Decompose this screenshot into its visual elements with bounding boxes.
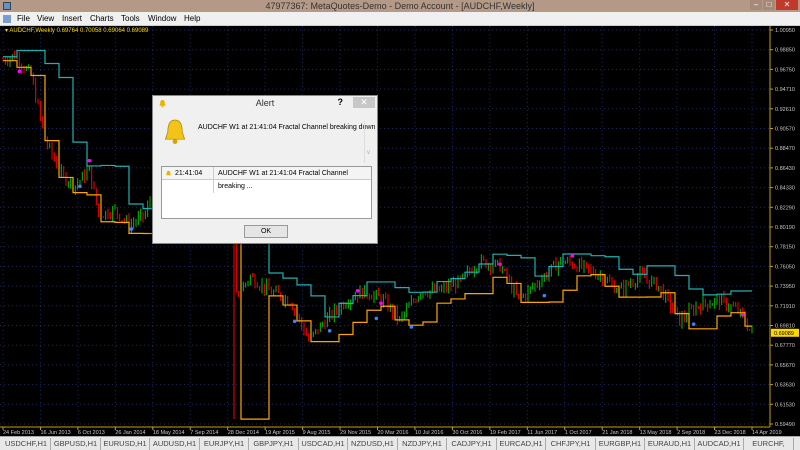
price-tick-label: 0.88470 (775, 146, 795, 152)
alert-list-row[interactable]: 21:41:04 AUDCHF W1 at 21:41:04 Fractal C… (162, 167, 371, 193)
price-tick-label: 0.61530 (775, 402, 795, 408)
bell-icon (166, 170, 171, 176)
message-scrollbar[interactable]: ˄ ˅ (364, 121, 372, 163)
fractal-down-dot (409, 325, 414, 329)
symbol-tab[interactable]: AUDCAD,H1 (695, 438, 744, 450)
price-tick-label: 0.73950 (775, 284, 795, 290)
price-tick-label: 0.63630 (775, 383, 795, 389)
symbol-tab[interactable]: EURGBP,H1 (596, 438, 645, 450)
menu-help[interactable]: Help (184, 14, 200, 23)
price-tick-label: 0.94710 (775, 87, 795, 93)
symbol-tab[interactable]: NZDUSD,H1 (349, 438, 398, 450)
price-tick-label: 0.71910 (775, 304, 795, 310)
title-bar: 47977367: MetaQuotes-Demo - Demo Account… (0, 0, 800, 12)
alert-message: AUDCHF W1 at 21:41:04 Fractal Channel br… (198, 124, 376, 131)
fractal-up-dot (570, 253, 575, 258)
fractal-up-dot (498, 262, 502, 267)
fractal-up-dot (379, 301, 383, 306)
fractal-down-dot (542, 293, 547, 298)
chart-window-icon (3, 15, 11, 23)
symbol-tab[interactable]: CADJPY,H1 (448, 438, 497, 450)
fractal-down-dot (327, 328, 332, 333)
current-price-label: 0.69089 (774, 331, 794, 337)
menu-bar: File View Insert Charts Tools Window Hel… (0, 12, 800, 26)
alert-title-bar: Alert (153, 96, 377, 111)
fractal-down-dot (691, 322, 696, 326)
symbol-tab[interactable]: AUDUSD,H1 (151, 438, 200, 450)
price-tick-label: 0.82290 (775, 205, 795, 211)
symbol-tab[interactable]: USDCAD,H1 (299, 438, 348, 450)
chart-header: ▾ AUDCHF,Weekly 0.69764 0.70058 0.69064 … (5, 28, 149, 34)
symbol-tab[interactable]: EURCAD,H1 (497, 438, 546, 450)
fractal-up-dot (355, 289, 360, 293)
alert-time: 21:41:04 (175, 170, 203, 177)
chart-tabs: USDCHF,H1 GBPUSD,H1 EURUSD,H1 AUDUSD,H1 EURJ… (0, 436, 800, 450)
bell-icon (159, 99, 166, 108)
alert-list[interactable]: 21:41:04 AUDCHF W1 at 21:41:04 Fractal C… (161, 166, 372, 219)
alert-text: AUDCHF W1 at 21:41:04 Fractal Channel br… (213, 167, 371, 193)
fractal-down-dot (129, 227, 134, 231)
menu-window[interactable]: Window (148, 14, 176, 23)
price-tick-label: 0.90570 (775, 127, 795, 133)
alert-close-button[interactable]: ✕ (353, 97, 375, 108)
price-tick-label: 0.84330 (775, 186, 795, 192)
price-tick-label: 1.00950 (775, 28, 795, 34)
symbol-tab[interactable]: EURCHF, (745, 438, 794, 450)
price-tick-label: 0.69810 (775, 324, 795, 330)
price-chart[interactable]: 1.00950 0.98850 0.96750 0.94710 0.92610 0.905… (0, 26, 800, 436)
symbol-tab[interactable]: GBPJPY,H1 (250, 438, 299, 450)
symbol-tab[interactable]: EURJPY,H1 (200, 438, 249, 450)
menu-charts[interactable]: Charts (90, 14, 114, 23)
symbol-tab[interactable]: EURAUD,H1 (646, 438, 695, 450)
chart-symbol: AUDCHF,Weekly (9, 28, 55, 34)
large-bell-icon (164, 119, 186, 144)
price-tick-label: 0.80190 (775, 225, 795, 231)
chart-ohlc: 0.69764 0.70058 0.69064 0.69089 (56, 28, 149, 34)
maximize-button[interactable]: □ (763, 0, 775, 10)
symbol-tab[interactable]: GBPUSD,H1 (52, 438, 101, 450)
price-tick-label: 0.76050 (775, 264, 795, 270)
fractal-down-dot (78, 184, 82, 189)
chart-canvas[interactable]: 1.00950 0.98850 0.96750 0.94710 0.92610 0.905… (0, 26, 800, 436)
price-tick-label: 0.78150 (775, 245, 795, 251)
price-tick-label: 0.92610 (775, 107, 795, 113)
fractal-down-dot (292, 319, 297, 324)
price-tick-label: 0.59490 (775, 422, 795, 428)
price-tick-label: 0.96750 (775, 67, 795, 73)
ok-button[interactable]: OK (244, 225, 288, 238)
menu-view[interactable]: View (37, 14, 54, 23)
menu-file[interactable]: File (17, 14, 30, 23)
symbol-tab[interactable]: NZDJPY,H1 (398, 438, 447, 450)
symbol-tab[interactable]: USDCHF,H1 (2, 438, 51, 450)
menu-insert[interactable]: Insert (62, 14, 82, 23)
minimize-button[interactable]: – (750, 0, 762, 10)
close-window-button[interactable]: ✕ (776, 0, 798, 10)
price-tick-label: 0.86430 (775, 166, 795, 172)
fractal-up-dot (87, 158, 92, 163)
fractal-up-dot (17, 69, 22, 74)
symbol-tab[interactable]: CHFJPY,H1 (547, 438, 596, 450)
alert-dialog: Alert ? ✕ AUDCHF W1 at 21:41:04 Fractal … (152, 95, 378, 244)
fractal-down-dot (374, 316, 379, 321)
window-title: 47977367: MetaQuotes-Demo - Demo Account… (265, 1, 535, 11)
price-tick-label: 0.67770 (775, 343, 795, 349)
help-button[interactable]: ? (338, 97, 344, 107)
fractal-up-dot (740, 312, 745, 317)
alert-title: Alert (255, 98, 275, 108)
symbol-tab[interactable]: EURUSD,H1 (101, 438, 150, 450)
menu-tools[interactable]: Tools (121, 14, 140, 23)
price-tick-label: 0.65670 (775, 363, 795, 369)
price-tick-label: 0.98850 (775, 48, 795, 54)
